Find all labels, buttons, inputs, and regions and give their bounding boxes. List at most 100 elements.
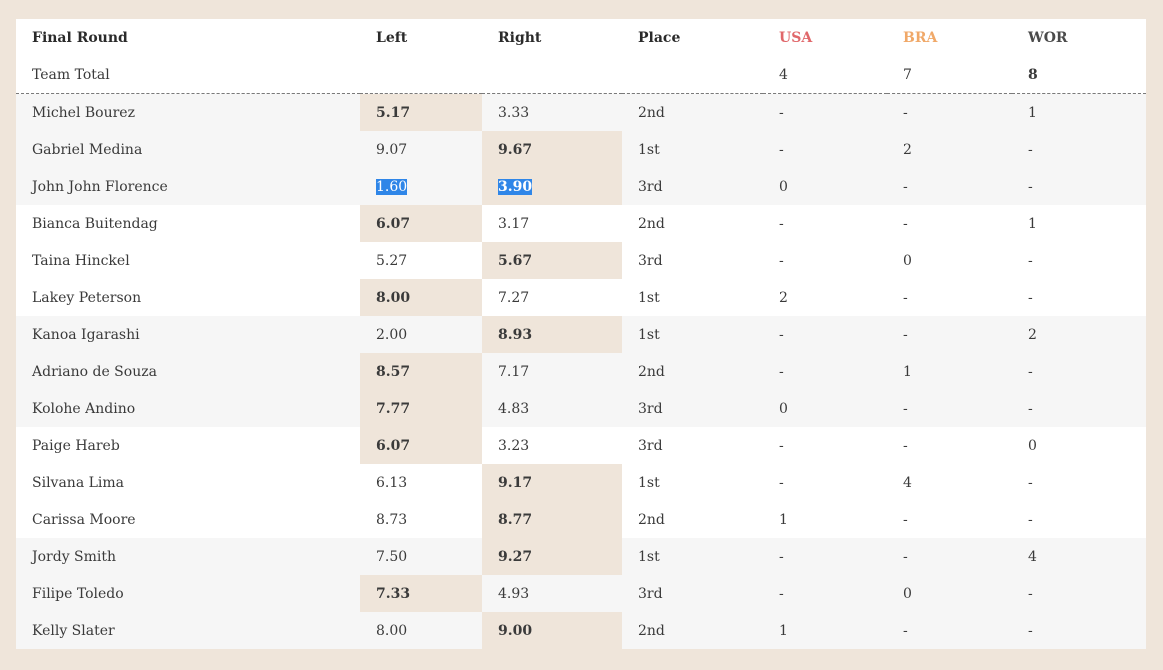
right-score: 7.17 [482,353,622,390]
place: 1st [622,464,763,501]
usa-points: - [763,464,887,501]
bra-points: 4 [887,464,1012,501]
wor-points: 4 [1012,538,1146,575]
usa-points: - [763,93,887,131]
usa-points: - [763,427,887,464]
place: 1st [622,316,763,353]
right-score: 7.27 [482,279,622,316]
wor-points: 2 [1012,316,1146,353]
left-score: 8.57 [360,353,482,390]
table-row: Gabriel Medina 9.07 9.67 1st -2- [16,131,1146,168]
wor-points: - [1012,242,1146,279]
team-total-label: Team Total [16,56,360,94]
usa-points: - [763,205,887,242]
surfer-name: Gabriel Medina [16,131,360,168]
usa-points: 1 [763,612,887,649]
place: 3rd [622,242,763,279]
usa-points: - [763,242,887,279]
table-row: Michel Bourez 5.17 3.33 2nd - -1 [16,93,1146,131]
left-score: 1.60 [360,168,482,205]
usa-points: 2 [763,279,887,316]
right-header: Right [498,29,542,46]
bra-points: - [887,168,1012,205]
bra-points: 0 [887,242,1012,279]
surfer-name: Michel Bourez [16,93,360,131]
place: 2nd [622,205,763,242]
wor-points: 1 [1012,93,1146,131]
wor-points: - [1012,464,1146,501]
surfer-name: Jordy Smith [16,538,360,575]
place: 2nd [622,353,763,390]
team-total-wor: 8 [1012,56,1146,94]
wor-points: 0 [1012,427,1146,464]
right-score: 5.67 [482,242,622,279]
right-score: 8.77 [482,501,622,538]
place: 1st [622,279,763,316]
wor-points: - [1012,501,1146,538]
left-score: 8.73 [360,501,482,538]
left-score: 5.27 [360,242,482,279]
place: 1st [622,538,763,575]
bra-points: - [887,612,1012,649]
results-body: Michel Bourez 5.17 3.33 2nd - -1 Gabriel Medin… [16,93,1146,649]
team-total-usa: 4 [763,56,887,94]
bra-points: - [887,279,1012,316]
usa-points: 1 [763,501,887,538]
bra-points: 1 [887,353,1012,390]
place: 1st [622,131,763,168]
team-total-bra: 7 [887,56,1012,94]
left-score: 6.07 [360,205,482,242]
selected-text[interactable]: 3.90 [498,178,533,195]
table-row: Taina Hinckel 5.27 5.67 3rd -0- [16,242,1146,279]
place: 2nd [622,612,763,649]
table-row: Silvana Lima 6.13 9.17 1st -4- [16,464,1146,501]
right-score: 9.00 [482,612,622,649]
wor-header: WOR [1028,29,1068,46]
wor-points: - [1012,131,1146,168]
usa-points: - [763,575,887,612]
wor-points: - [1012,612,1146,649]
right-score: 3.23 [482,427,622,464]
place: 3rd [622,390,763,427]
right-score: 9.27 [482,538,622,575]
left-score: 8.00 [360,612,482,649]
wor-points: - [1012,279,1146,316]
team-total-row: Team Total 4 7 8 [16,56,1146,94]
surfer-name: Kolohe Andino [16,390,360,427]
place: 2nd [622,93,763,131]
surfer-name: Taina Hinckel [16,242,360,279]
header-row: Final Round Left Right Place USA BRA WOR [16,19,1146,56]
wor-points: - [1012,168,1146,205]
wor-points: - [1012,575,1146,612]
left-score: 7.50 [360,538,482,575]
table-row: Kolohe Andino 7.77 4.83 3rd 0- - [16,390,1146,427]
usa-points: - [763,131,887,168]
left-score: 6.07 [360,427,482,464]
usa-points: 0 [763,390,887,427]
table-row: Adriano de Souza 8.57 7.17 2nd -1- [16,353,1146,390]
wor-points: - [1012,353,1146,390]
bra-points: - [887,538,1012,575]
round-header: Final Round [32,29,128,46]
table-row: Carissa Moore 8.73 8.77 2nd 1- - [16,501,1146,538]
right-score: 9.17 [482,464,622,501]
right-score: 4.93 [482,575,622,612]
usa-header: USA [779,29,813,46]
selected-text[interactable]: 1.60 [376,178,408,195]
left-score: 9.07 [360,131,482,168]
usa-points: - [763,353,887,390]
place-header: Place [638,29,681,46]
surfer-name: Adriano de Souza [16,353,360,390]
bra-header: BRA [903,29,938,46]
left-score: 7.77 [360,390,482,427]
usa-points: - [763,538,887,575]
table-row: Filipe Toledo 7.33 4.93 3rd -0- [16,575,1146,612]
right-score: 3.33 [482,93,622,131]
team-total-empty [622,56,763,94]
surfer-name: Filipe Toledo [16,575,360,612]
surfer-name: John John Florence [16,168,360,205]
bra-points: - [887,390,1012,427]
usa-points: 0 [763,168,887,205]
table-row: Bianca Buitendag 6.07 3.17 2nd - -1 [16,205,1146,242]
surfer-name: Lakey Peterson [16,279,360,316]
